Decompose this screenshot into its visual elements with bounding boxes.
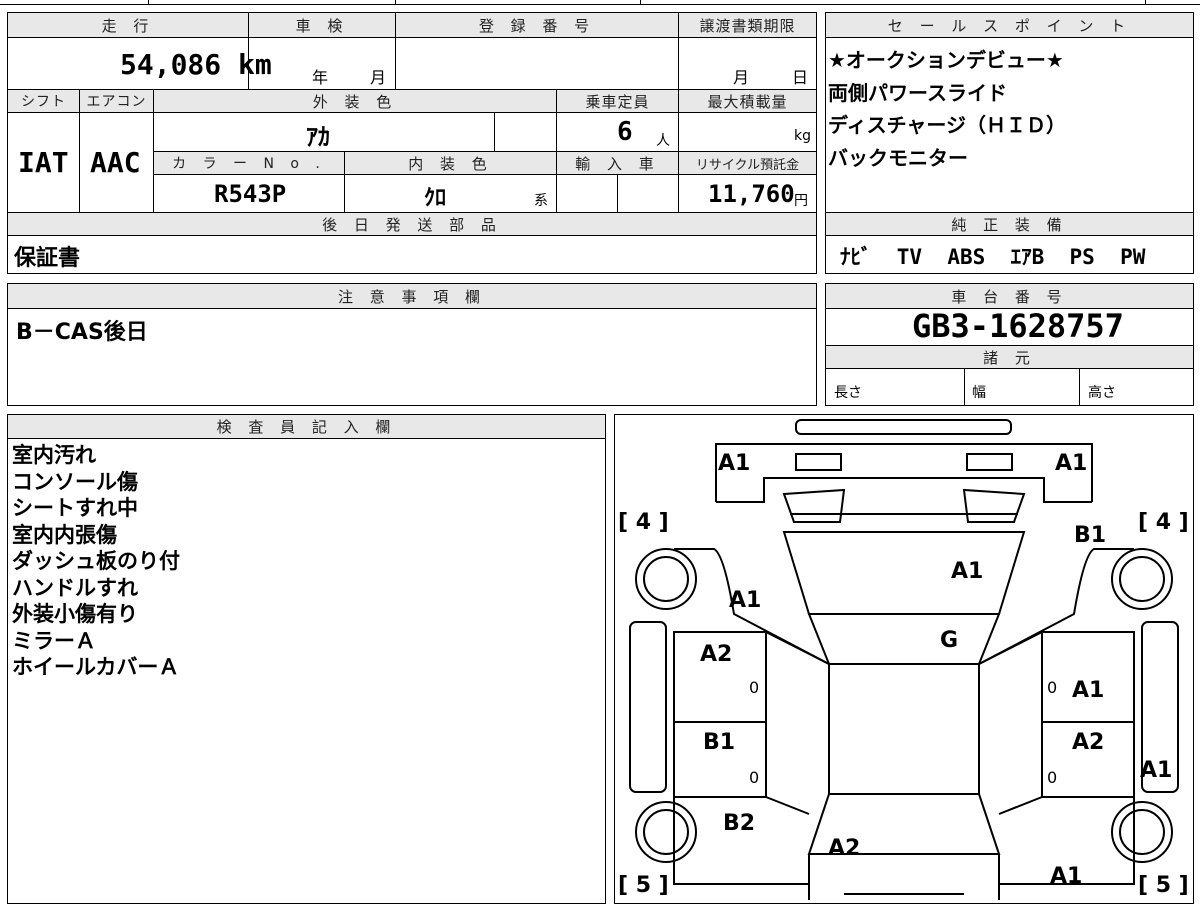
transfer-month-unit: 月 — [733, 68, 750, 87]
door-count-2: 0 — [1047, 678, 1058, 697]
inspector-note-item: 外装小傷有り — [12, 602, 138, 626]
sales-point-list: ★オークションデビュー★ 両側パワースライドディスチャージ（ＨＩＤ） バックモニター — [828, 44, 1188, 174]
max-load-unit: kg — [794, 128, 811, 144]
inspector-notes-list: 室内汚れ コンソール傷 シートすれ中 室内内張傷 ダッシュ板のり付 ハンドルすれ 外装小傷有… — [12, 442, 592, 681]
sales-point-item: ★オークションデビュー★ — [828, 48, 1064, 72]
mark-left-front-door: A2 — [700, 642, 733, 667]
inspector-note-item: 室内内張傷 — [12, 522, 117, 547]
mark-right-rear-door: A2 — [1072, 730, 1105, 755]
interior-color-value: ｸﾛ — [424, 186, 447, 211]
mark-rear-right: A1 — [1050, 864, 1083, 889]
inspector-header: 検 査 員 記 入 欄 — [8, 415, 605, 438]
inspector-note-item: ハンドルすれ — [12, 575, 138, 600]
max-load-header: 最大積載量 — [679, 90, 816, 112]
transfer-day-unit: 日 — [792, 68, 809, 87]
shift-header: シフト — [8, 90, 79, 112]
sales-point-item: バックモニター — [828, 145, 968, 170]
specs-header: 諸 元 — [826, 346, 1193, 368]
inspector-note-item: コンソール傷 — [12, 469, 138, 494]
inspection-month-unit: 月 — [370, 68, 387, 87]
front-right-count: [ 4 ] — [1138, 510, 1189, 535]
transfer-deadline-header: 譲渡書類期限 — [679, 13, 816, 37]
recycle-value: 11,760 — [708, 180, 795, 208]
import-header: 輸 入 車 — [557, 152, 678, 174]
mark-left-quarter: B2 — [723, 811, 756, 836]
sales-point-item: ディスチャージ（ＨＩＤ） — [828, 113, 1066, 137]
mark-hood: A1 — [951, 559, 984, 584]
height-label: 高さ — [1088, 385, 1116, 401]
mark-windshield: G — [940, 628, 959, 653]
door-count-4: 0 — [1047, 768, 1058, 787]
notes-header: 注 意 事 項 欄 — [8, 284, 816, 308]
rear-left-count: [ 5 ] — [618, 873, 669, 898]
interior-color-header: 内 装 色 — [345, 152, 556, 174]
later-parts-header: 後 日 発 送 部 品 — [8, 213, 816, 235]
door-count-3: 0 — [749, 768, 760, 787]
capacity-unit: 人 — [656, 133, 670, 149]
exterior-color-value: ｱｶ — [306, 123, 330, 151]
mileage-value: 54,086 km — [120, 48, 272, 81]
exterior-color-header: 外 装 色 — [154, 90, 556, 112]
inspector-note-item: シートすれ中 — [12, 496, 138, 520]
inspection-header: 車 検 — [249, 13, 395, 37]
mark-right-step: A1 — [1140, 758, 1173, 783]
notes-value: B－CAS後日 — [16, 320, 148, 345]
rear-right-count: [ 5 ] — [1138, 873, 1189, 898]
chassis-value: GB3-1628757 — [912, 307, 1124, 345]
mileage-header: 走 行 — [8, 13, 248, 37]
color-no-header: カ ラ ー N o . — [154, 152, 344, 174]
recycle-unit: 円 — [794, 193, 808, 209]
mark-left-rear-door: B1 — [703, 730, 736, 755]
registration-header: 登 録 番 号 — [396, 13, 678, 37]
front-left-count: [ 4 ] — [618, 510, 669, 535]
inspector-note-item: ミラーＡ — [12, 628, 96, 653]
capacity-header: 乗車定員 — [557, 90, 678, 112]
color-no-value: R543P — [214, 180, 287, 208]
recycle-header: リサイクル預託金 — [679, 152, 816, 174]
mark-right-front-door: A1 — [1072, 678, 1105, 703]
sales-point-header: セ ー ル ス ポ イ ン ト — [826, 13, 1193, 37]
chassis-header: 車 台 番 号 — [826, 284, 1193, 308]
interior-suffix: 系 — [534, 193, 548, 209]
sales-point-item: 両側パワースライド — [828, 80, 1007, 105]
inspector-note-item: ダッシュ板のり付 — [12, 549, 180, 573]
mark-rear-glass: A2 — [828, 836, 861, 861]
mark-front-bumper-left: A1 — [718, 451, 751, 476]
aircon-value: AAC — [90, 146, 141, 179]
inspection-year-unit: 年 — [312, 68, 329, 87]
length-label: 長さ — [834, 385, 862, 401]
aircon-header: エアコン — [80, 90, 153, 112]
door-count-1: 0 — [749, 678, 760, 697]
capacity-value: 6 — [617, 117, 633, 147]
genuine-equipment-header: 純 正 装 備 — [826, 213, 1193, 235]
mark-front-bumper-right: A1 — [1055, 451, 1088, 476]
mark-right-front-fender: B1 — [1074, 523, 1107, 548]
shift-value: IAT — [18, 146, 69, 179]
width-label: 幅 — [972, 385, 986, 401]
mark-left-front-fender: A1 — [729, 588, 762, 613]
inspector-note-item: 室内汚れ — [12, 443, 96, 467]
genuine-equipment-value: ﾅﾋﾞ TV ABS ｴｱB PS PW — [840, 245, 1146, 269]
inspector-note-item: ホイールカバーＡ — [12, 655, 180, 679]
later-parts-value: 保証書 — [14, 246, 81, 271]
